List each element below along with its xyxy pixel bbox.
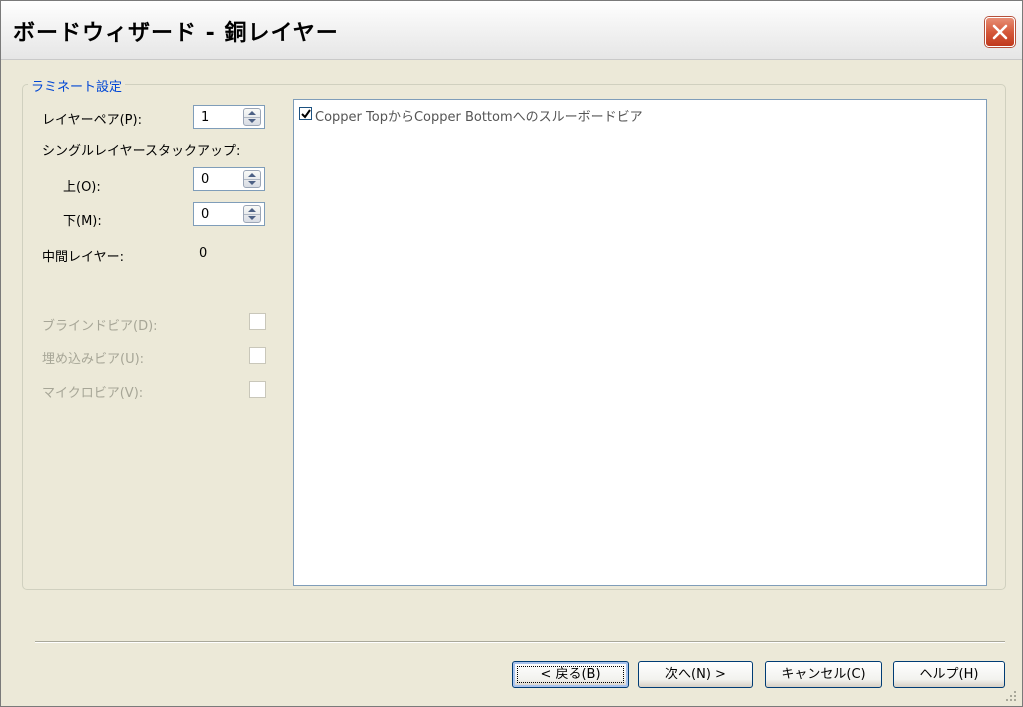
checkmark-icon xyxy=(301,109,311,119)
help-button-label: ヘルプ(H) xyxy=(919,667,979,682)
bottom-layer-spinner[interactable]: 0 xyxy=(193,202,265,226)
title-bar[interactable]: ボードウィザード - 銅レイヤー xyxy=(1,1,1022,60)
arrow-down-icon xyxy=(248,181,256,185)
cancel-button-label: キャンセル(C) xyxy=(781,667,866,682)
next-button-label: 次へ(N) > xyxy=(665,667,726,682)
middle-layer-value: 0 xyxy=(199,246,208,261)
layer-pair-label: レイヤーペア(P): xyxy=(42,113,142,128)
cancel-button[interactable]: キャンセル(C) xyxy=(765,661,882,688)
bottom-layer-label: 下(M): xyxy=(63,214,102,229)
layer-pair-value: 1 xyxy=(201,110,210,125)
resize-grip-icon[interactable] xyxy=(1005,690,1017,702)
focus-rect xyxy=(517,666,624,683)
bottom-layer-value: 0 xyxy=(201,207,210,222)
arrow-down-icon xyxy=(248,119,256,123)
arrow-up-icon xyxy=(248,173,256,177)
bottom-layer-spin-buttons[interactable] xyxy=(243,205,261,223)
top-layer-label: 上(O): xyxy=(63,180,101,195)
arrow-up-icon xyxy=(248,208,256,212)
layer-pair-spinner[interactable]: 1 xyxy=(193,105,265,129)
buried-via-label: 埋め込みビア(U): xyxy=(42,352,145,367)
micro-via-checkbox[interactable] xyxy=(249,381,266,398)
top-layer-decrement-button[interactable] xyxy=(244,179,260,187)
help-button[interactable]: ヘルプ(H) xyxy=(893,661,1005,688)
through-via-checkbox[interactable] xyxy=(299,107,312,120)
via-list[interactable]: Copper TopからCopper Bottomへのスルーボードビア xyxy=(293,99,987,586)
arrow-up-icon xyxy=(248,111,256,115)
board-wizard-dialog: ボードウィザード - 銅レイヤー ラミネート設定 レイヤーペア(P): 1 シン… xyxy=(0,0,1023,707)
close-icon xyxy=(992,24,1008,40)
blind-via-label: ブラインドビア(D): xyxy=(42,319,158,334)
arrow-down-icon xyxy=(248,216,256,220)
button-separator xyxy=(35,641,1005,643)
back-button[interactable]: < 戻る(B) xyxy=(512,661,629,688)
micro-via-label: マイクロビア(V): xyxy=(42,386,144,401)
top-layer-spinner[interactable]: 0 xyxy=(193,167,265,191)
dialog-body: ラミネート設定 レイヤーペア(P): 1 シングルレイヤースタックアップ: 上(… xyxy=(1,60,1022,706)
laminate-settings-title: ラミネート設定 xyxy=(28,76,126,95)
layer-pair-decrement-button[interactable] xyxy=(244,117,260,125)
top-layer-spin-buttons[interactable] xyxy=(243,170,261,188)
single-layer-stackup-label: シングルレイヤースタックアップ: xyxy=(42,144,241,159)
middle-layer-label: 中間レイヤー: xyxy=(42,250,124,265)
next-button[interactable]: 次へ(N) > xyxy=(638,661,753,688)
through-via-label: Copper TopからCopper Bottomへのスルーボードビア xyxy=(315,110,643,125)
layer-pair-spin-buttons[interactable] xyxy=(243,108,261,126)
bottom-layer-decrement-button[interactable] xyxy=(244,214,260,222)
close-button[interactable] xyxy=(985,17,1015,47)
buried-via-checkbox[interactable] xyxy=(249,347,266,364)
window-title: ボードウィザード - 銅レイヤー xyxy=(13,21,339,46)
blind-via-checkbox[interactable] xyxy=(249,313,266,330)
top-layer-value: 0 xyxy=(201,172,210,187)
